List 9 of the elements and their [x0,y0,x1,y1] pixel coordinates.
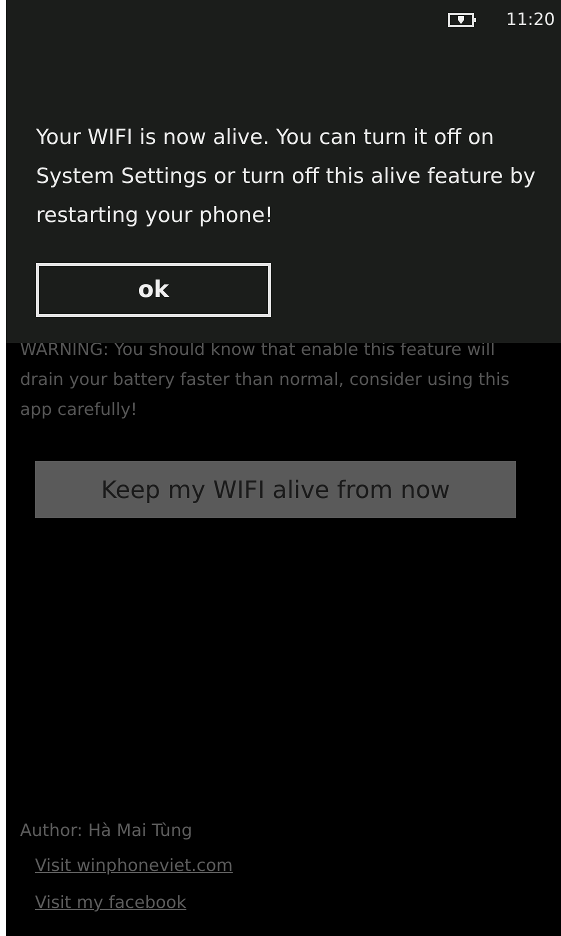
author-text: Author: Hà Mai Tùng [20,820,194,843]
link[interactable]: Visit winphoneviet.com [35,848,233,885]
clock-time: 11:20 [506,10,555,30]
warning-text: WARNING: You should know that enable this feature will drain your battery faster than normal, consider using this app carefully! [20,339,510,422]
battery-charging-icon [448,12,478,28]
link[interactable]: Visit my facebook [35,885,186,922]
dialog-message: Your WIFI is now alive. You can turn it off on System Settings or turn off this alive feature by restarting your phone! [36,124,536,229]
ok-button[interactable]: ok [36,263,271,317]
keep-alive-button[interactable]: Keep my WIFI alive from now [35,461,516,518]
